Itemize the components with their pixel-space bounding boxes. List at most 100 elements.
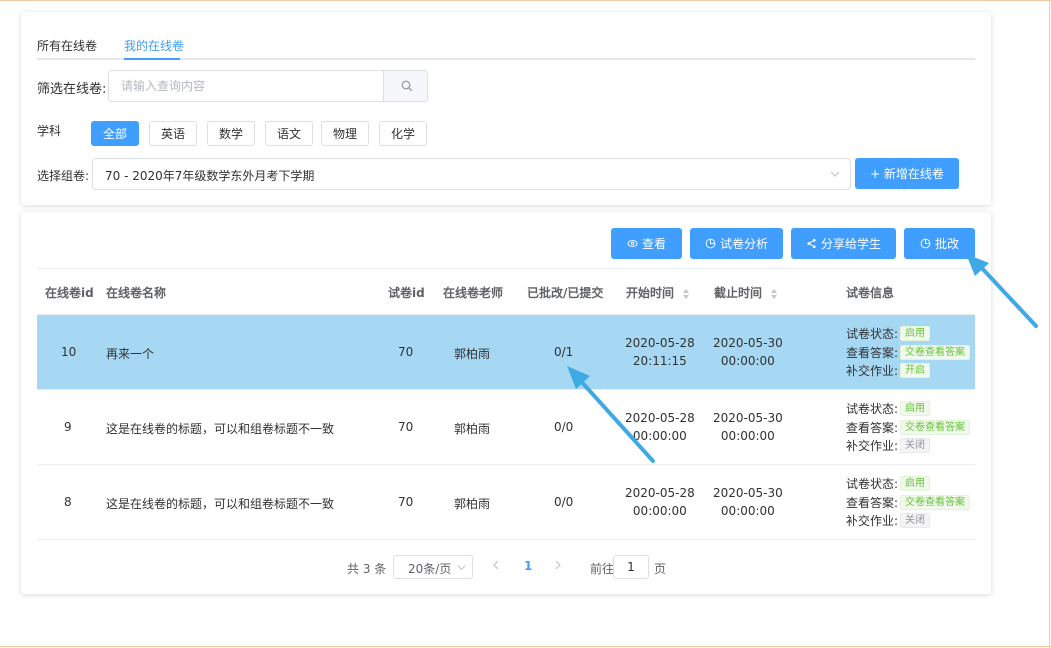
tab-all-online-papers[interactable]: 所有在线卷 [37,37,97,54]
frame-top-border [0,0,1051,1]
info-status-label: 试卷状态: [846,402,899,416]
sort-icon [771,288,778,299]
header-graded-submitted: 已批改/已提交 [527,286,604,300]
cell-start-time: 2020-05-28 00:00:00 [625,484,695,520]
cell-paper-id: 70 [398,345,414,359]
table-header: 在线卷id 在线卷名称 试卷id 在线卷老师 已批改/已提交 开始时间 截止时间… [37,269,975,315]
share-icon [807,238,816,249]
end-clock: 00:00:00 [720,354,775,368]
header-start-time-label: 开始时间 [626,286,675,300]
info-answer-label: 查看答案: [846,346,899,360]
group-select[interactable]: 70 - 2020年7年级数学东外月考下学期 [92,158,851,190]
subject-chemistry-button[interactable]: 化学 [379,121,427,146]
frame-right-border [1049,0,1050,648]
add-online-paper-button[interactable]: + 新增在线卷 [855,158,959,189]
chevron-down-icon [457,561,466,575]
answer-tag: 交卷查看答案 [900,495,971,510]
cell-start-time: 2020-05-28 20:11:15 [625,334,695,370]
page-number-current[interactable]: 1 [524,559,532,573]
cell-graded: 0/0 [554,420,574,434]
start-clock: 20:11:15 [632,354,687,368]
start-date: 2020-05-28 [625,336,695,350]
info-makeup: 补交作业: 关闭 [846,437,931,454]
cell-id: 9 [64,420,72,434]
search-input[interactable] [109,71,383,101]
filter-label: 筛选在线卷: [37,82,107,97]
cell-name: 再来一个 [106,347,155,361]
info-makeup-label: 补交作业: [846,514,899,528]
pagination: 共 3 条 20条/页 1 前往 页 [21,555,991,579]
chevron-left-icon [493,560,499,570]
paper-analysis-button[interactable]: 试卷分析 [690,228,783,259]
cell-end-time: 2020-05-30 00:00:00 [713,334,783,370]
header-start-time[interactable]: 开始时间 [626,284,690,301]
cell-paper-id: 70 [398,495,414,509]
frame-bottom-border [0,646,1051,647]
prev-page-button[interactable] [492,559,500,574]
start-clock: 00:00:00 [632,504,687,518]
goto-page-input[interactable] [613,555,649,579]
end-date: 2020-05-30 [713,336,783,350]
cell-graded: 0/1 [554,345,574,359]
cell-end-time: 2020-05-30 00:00:00 [713,484,783,520]
makeup-tag: 关闭 [900,438,931,453]
subject-all-button[interactable]: 全部 [91,121,139,146]
start-date: 2020-05-28 [625,411,695,425]
end-clock: 00:00:00 [720,504,775,518]
info-status: 试卷状态: 启用 [846,475,931,492]
status-tag: 启用 [900,326,931,341]
cell-teacher: 郭柏雨 [454,347,491,361]
subject-math-button[interactable]: 数学 [207,121,255,146]
subject-english-button[interactable]: 英语 [149,121,197,146]
pie-chart-icon [920,238,931,249]
page-size-select[interactable]: 20条/页 [393,555,473,579]
cell-end-time: 2020-05-30 00:00:00 [713,409,783,445]
pagination-total: 共 3 条 [347,562,387,576]
view-button[interactable]: 查看 [611,228,682,259]
cell-graded: 0/0 [554,495,574,509]
end-date: 2020-05-30 [713,411,783,425]
header-teacher: 在线卷老师 [443,286,504,300]
tab-my-online-papers[interactable]: 我的在线卷 [124,37,184,54]
goto-label: 前往 [590,562,615,576]
paper-analysis-label: 试卷分析 [719,237,768,251]
subject-chinese-button[interactable]: 语文 [265,121,313,146]
info-answer-label: 查看答案: [846,421,899,435]
tabs-bar: 所有在线卷 我的在线卷 [37,34,975,60]
search-box [108,70,428,102]
pie-chart-icon [705,238,716,249]
goto-unit-label: 页 [654,562,667,576]
info-answer: 查看答案: 交卷查看答案 [846,419,971,436]
share-to-students-label: 分享给学生 [820,237,881,251]
search-icon [401,80,412,92]
online-paper-list-panel: 查看 试卷分析 分享给学生 批改 在线卷id 在线卷名称 试卷id 在线卷老师 … [21,212,991,594]
share-to-students-button[interactable]: 分享给学生 [791,228,896,259]
info-status-label: 试卷状态: [846,477,899,491]
grade-button-label: 批改 [934,237,959,251]
info-makeup-label: 补交作业: [846,439,899,453]
subject-physics-button[interactable]: 物理 [321,121,369,146]
makeup-tag: 开启 [900,363,931,378]
cell-paper-id: 70 [398,420,414,434]
cell-start-time: 2020-05-28 00:00:00 [625,409,695,445]
search-button[interactable] [383,71,427,101]
status-tag: 启用 [900,476,931,491]
cell-teacher: 郭柏雨 [454,422,491,436]
page-size-value: 20条/页 [408,562,452,576]
grade-button[interactable]: 批改 [904,228,975,259]
chevron-right-icon [555,560,561,570]
header-end-time[interactable]: 截止时间 [714,284,778,301]
cell-name: 这是在线卷的标题，可以和组卷标题不一致 [106,497,335,511]
subject-label: 学科 [37,124,62,138]
answer-tag: 交卷查看答案 [900,345,971,360]
table-row[interactable]: 9 这是在线卷的标题，可以和组卷标题不一致 70 郭柏雨 0/0 2020-05… [37,390,975,465]
cell-id: 8 [64,495,72,509]
header-name: 在线卷名称 [106,286,167,300]
group-select-value: 70 - 2020年7年级数学东外月考下学期 [105,169,315,183]
next-page-button[interactable] [554,559,562,574]
online-paper-table: 在线卷id 在线卷名称 试卷id 在线卷老师 已批改/已提交 开始时间 截止时间… [37,269,975,540]
table-row[interactable]: 10 再来一个 70 郭柏雨 0/1 2020-05-28 20:11:15 2… [37,315,975,390]
table-row[interactable]: 8 这是在线卷的标题，可以和组卷标题不一致 70 郭柏雨 0/0 2020-05… [37,465,975,540]
info-answer: 查看答案: 交卷查看答案 [846,494,971,511]
info-makeup: 补交作业: 开启 [846,362,931,379]
